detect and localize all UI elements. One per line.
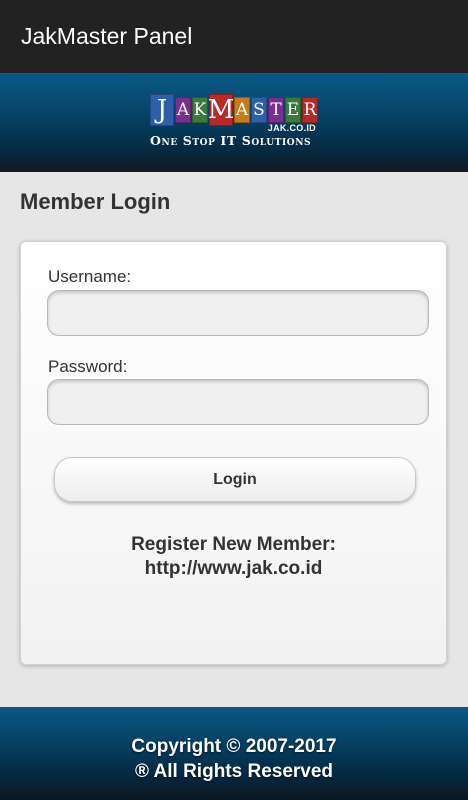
header-banner: J A K M A S T E R JAK.CO.ID One Stop IT … (0, 73, 468, 172)
logo-domain: JAK.CO.ID (267, 122, 316, 133)
app-bar: JakMaster Panel (0, 0, 468, 73)
footer: Copyright © 2007-2017 ® All Rights Reser… (0, 707, 468, 800)
logo-tile: T (268, 96, 284, 123)
logo-tiles: J A K M A S T E R JAK.CO.ID (150, 93, 318, 133)
logo-tagline: One Stop IT Solutions (150, 132, 312, 148)
register-info: Register New Member: http://www.jak.co.i… (21, 533, 446, 581)
logo-tile: M (207, 93, 235, 126)
username-input[interactable] (47, 290, 429, 336)
login-card: Username: Password: Login Register New M… (20, 241, 447, 665)
logo-tile: K (192, 96, 208, 123)
password-label: Password: (48, 357, 128, 376)
login-button[interactable]: Login (54, 457, 416, 502)
page-title: Member Login (20, 189, 171, 214)
logo-tile: A (175, 96, 191, 123)
register-heading: Register New Member: (131, 534, 336, 555)
password-input[interactable] (47, 379, 429, 425)
logo-tile: R (302, 96, 318, 123)
logo-tile: J (150, 93, 174, 126)
rights-text: ® All Rights Reserved (134, 761, 334, 782)
logo-tile: S (251, 96, 267, 123)
logo-tile: A (234, 96, 250, 123)
jakmaster-logo: J A K M A S T E R JAK.CO.ID One Stop IT … (150, 93, 318, 148)
username-label: Username: (48, 267, 132, 286)
app-title: JakMaster Panel (21, 23, 193, 49)
logo-tile: E (285, 96, 301, 123)
register-link[interactable]: http://www.jak.co.id (21, 557, 446, 581)
copyright-text: Copyright © 2007-2017 (131, 736, 337, 757)
